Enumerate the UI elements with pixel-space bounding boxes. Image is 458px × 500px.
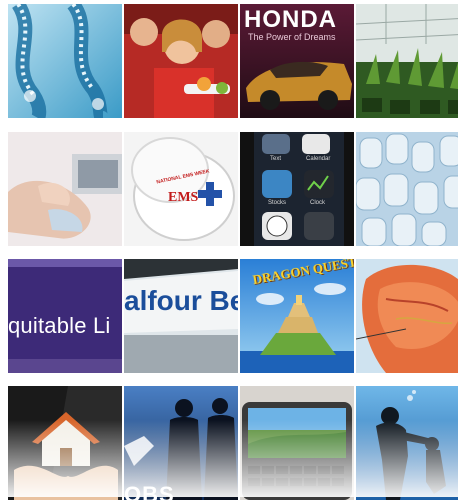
greenhouse-image [356,4,458,118]
smartphone-apps-image [240,132,354,246]
schoolchildren-thumbnail[interactable] [124,4,238,118]
silhouettes-jobs-thumbnail[interactable]: OBS [124,386,238,500]
equitable-life-thumbnail[interactable]: quitable Li [8,259,122,373]
app-label-calendar: Calendar [306,156,331,162]
app-label-clock: Clock [310,200,326,206]
honda-tagline: The Power of Dreams [248,32,336,42]
game-thumbnail[interactable]: DRAGON QUEST [240,259,354,373]
ultrasound-thumbnail[interactable] [8,132,122,246]
house-in-hands-image [8,386,122,500]
ems-badge-text: EMS [168,190,199,205]
smartphone-apps-thumbnail[interactable]: Text Calendar Stocks Clock [240,132,354,246]
balfour-beatty-thumbnail[interactable]: alfour Beatt [124,259,238,373]
equitable-life-logo: quitable Li [8,313,111,338]
honda-logo: HONDA [244,6,337,33]
schoolchildren-image [124,4,238,118]
bottles-image [356,132,458,246]
anatomy-image [356,259,458,373]
ultrasound-image [8,132,122,246]
divers-image [356,386,458,500]
greenhouse-thumbnail[interactable] [356,4,458,118]
anatomy-thumbnail[interactable] [356,259,458,373]
house-in-hands-thumbnail[interactable] [8,386,122,500]
phone-keyboard-image [240,386,354,500]
silhouettes-caption: OBS [124,482,175,500]
ems-badge-image [124,132,238,246]
app-label-stocks: Stocks [268,200,287,206]
balfour-beatty-logo: alfour Beatt [124,285,238,316]
dna-image [8,4,122,118]
ems-badge-thumbnail[interactable]: NATIONAL EMS WEEK EMS [124,132,238,246]
dna-thumbnail[interactable] [8,4,122,118]
bottles-thumbnail[interactable] [356,132,458,246]
phone-keyboard-thumbnail[interactable] [240,386,354,500]
divers-thumbnail[interactable] [356,386,458,500]
honda-thumbnail[interactable]: HONDA The Power of Dreams [240,4,354,118]
app-label-text: Text [270,156,282,162]
